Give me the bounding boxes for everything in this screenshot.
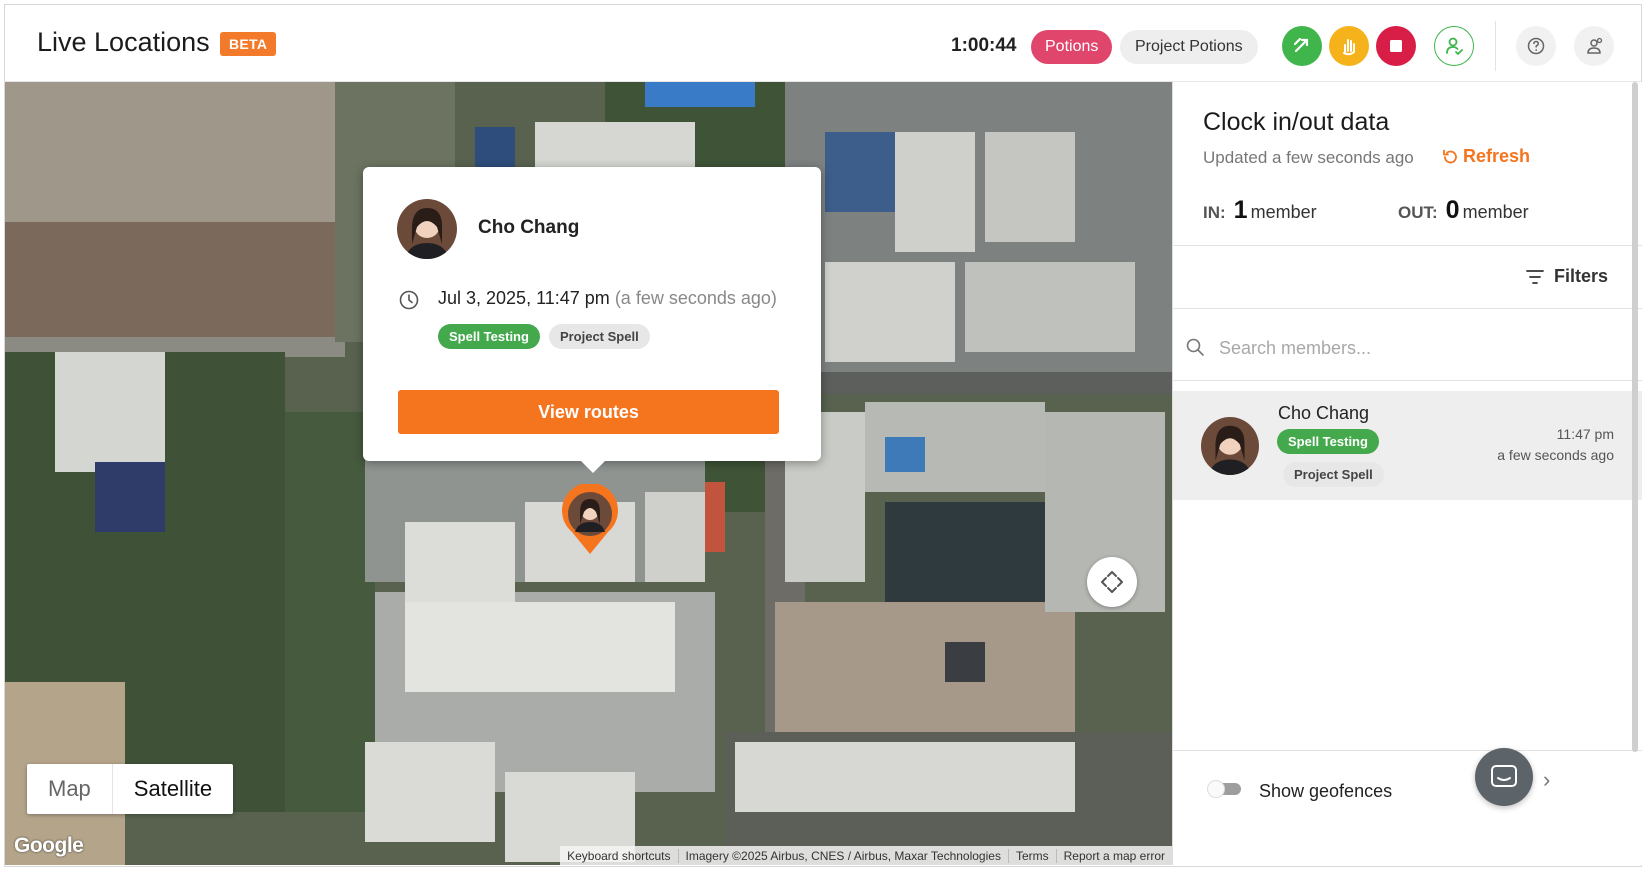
avatar (1201, 417, 1259, 475)
report-error-link[interactable]: Report a map error (1057, 849, 1172, 863)
member-name: Cho Chang (478, 217, 580, 238)
updated-status: Updated a few seconds ago (1203, 148, 1414, 167)
divider (1173, 750, 1642, 751)
keyboard-shortcuts-link[interactable]: Keyboard shortcuts (560, 848, 679, 863)
filters-label: Filters (1553, 266, 1608, 286)
team-status-button[interactable] (1434, 26, 1474, 66)
member-time: 11:47 pm (1556, 426, 1614, 442)
map-type-map-button[interactable]: Map (27, 764, 112, 814)
clocked-in-count: IN: 1 member (1203, 196, 1317, 225)
expand-arrows-icon (1101, 571, 1123, 593)
sidebar-scrollbar[interactable] (1632, 82, 1638, 752)
member-location-marker[interactable] (558, 484, 622, 556)
map-type-control: Map Satellite (27, 764, 234, 814)
recenter-button[interactable] (1087, 557, 1137, 607)
search-input[interactable] (1217, 329, 1611, 367)
satellite-map[interactable]: Cho Chang Jul 3, 2025, 11:47 pm (a few s… (5, 82, 1172, 865)
geofences-toggle[interactable] (1207, 780, 1243, 798)
support-chat-button[interactable] (1475, 748, 1533, 806)
timestamp: Jul 3, 2025, 11:47 pm (438, 288, 610, 308)
out-number: 0 (1445, 196, 1460, 224)
divider (1173, 308, 1642, 309)
refresh-label: Refresh (1463, 146, 1531, 166)
page-title: Live Locations (37, 27, 210, 57)
divider (1173, 245, 1642, 246)
map-type-satellite-button[interactable]: Satellite (111, 764, 233, 814)
take-break-button[interactable] (1329, 26, 1369, 66)
active-job-chip[interactable]: Potions (1031, 30, 1113, 64)
project-tag: Project Spell (548, 324, 650, 349)
in-number: 1 (1233, 196, 1248, 224)
in-unit: member (1250, 202, 1317, 222)
geofences-label: Show geofences (1259, 781, 1393, 801)
help-icon (1527, 37, 1545, 55)
filter-icon (1526, 269, 1544, 284)
view-routes-button[interactable]: View routes (398, 390, 779, 434)
switch-job-icon (1293, 37, 1309, 53)
stop-icon (1390, 40, 1402, 52)
clocked-out-count: OUT: 0 member (1398, 196, 1529, 225)
break-hand-icon (1343, 39, 1355, 56)
settings-button[interactable] (1574, 26, 1614, 66)
imagery-credit: Imagery ©2025 Airbus, CNES / Airbus, Max… (679, 848, 1009, 863)
user-check-icon (1446, 37, 1463, 56)
refresh-button[interactable]: Refresh (1441, 146, 1530, 167)
clock-data-sidebar: Clock in/out data Updated a few seconds … (1172, 82, 1642, 865)
avatar (397, 199, 457, 259)
clock-out-button[interactable] (1376, 26, 1416, 66)
out-label: OUT: (1398, 203, 1438, 222)
last-location-time: Jul 3, 2025, 11:47 pm (a few seconds ago… (438, 288, 777, 309)
member-search (1173, 311, 1642, 381)
out-unit: member (1462, 202, 1529, 222)
google-logo: Google (14, 834, 84, 857)
beta-badge: BETA (220, 32, 277, 56)
divider (1173, 380, 1642, 381)
switch-job-button[interactable] (1282, 26, 1322, 66)
in-label: IN: (1203, 203, 1226, 222)
active-project-chip[interactable]: Project Potions (1120, 30, 1258, 64)
clock-icon (399, 290, 419, 310)
terms-link[interactable]: Terms (1009, 848, 1057, 863)
sidebar-title: Clock in/out data (1203, 108, 1390, 136)
relative-time: (a few seconds ago) (614, 288, 777, 308)
chat-icon (1491, 765, 1517, 787)
header-divider (1495, 21, 1496, 71)
member-relative-time: a few seconds ago (1497, 447, 1614, 463)
settings-icon (1587, 37, 1603, 54)
tag-group: Spell Testing Project Spell (438, 324, 650, 349)
search-icon (1186, 338, 1204, 356)
filters-button[interactable]: Filters (1526, 266, 1608, 287)
refresh-icon (1443, 149, 1457, 163)
map-attribution: Keyboard shortcuts Imagery ©2025 Airbus,… (560, 846, 1172, 865)
member-info-popup: Cho Chang Jul 3, 2025, 11:47 pm (a few s… (363, 167, 821, 473)
project-tag: Project Spell (1283, 462, 1384, 487)
shift-timer: 1:00:44 (951, 35, 1017, 56)
activity-tag: Spell Testing (1277, 429, 1379, 454)
member-name: Cho Chang (1278, 403, 1370, 423)
list-item[interactable]: Cho Chang Spell Testing Project Spell 11… (1173, 391, 1642, 500)
top-header: Live Locations BETA 1:00:44 Potions Proj… (5, 5, 1641, 82)
chevron-right-icon[interactable]: › (1543, 767, 1550, 793)
activity-tag: Spell Testing (438, 324, 540, 349)
help-button[interactable] (1516, 26, 1556, 66)
